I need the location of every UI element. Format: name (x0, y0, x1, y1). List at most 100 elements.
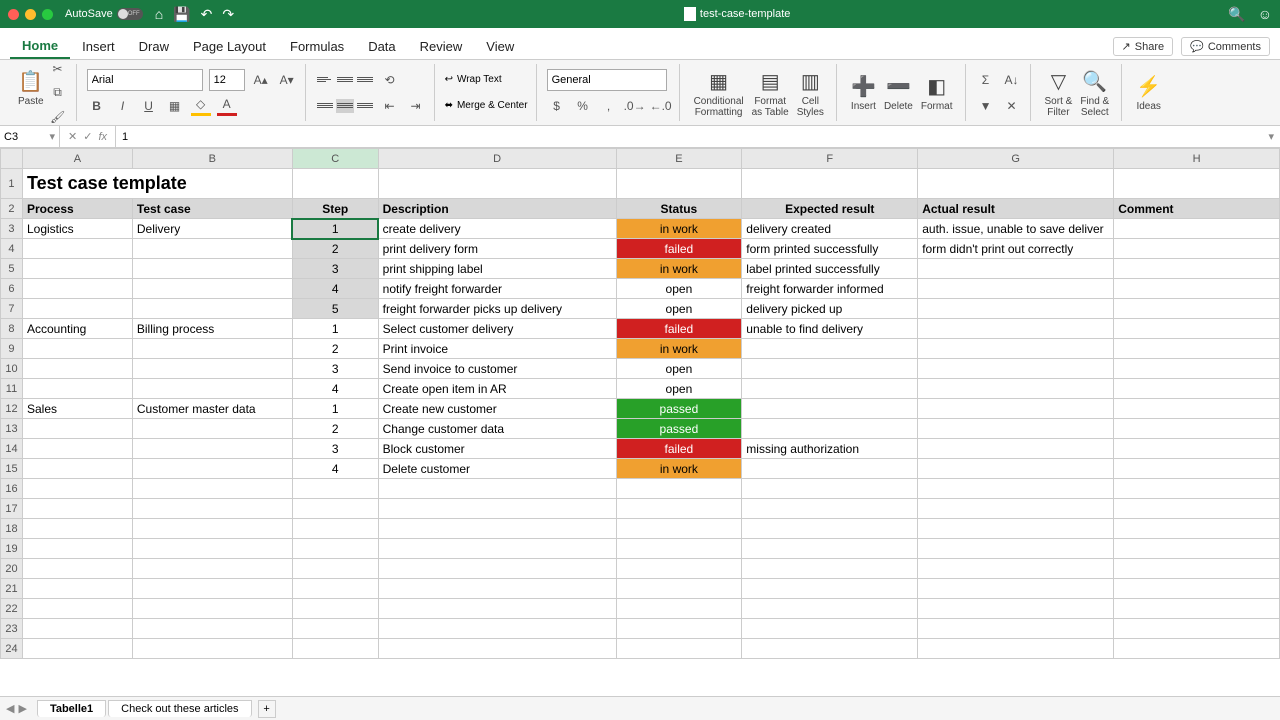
cell[interactable] (918, 579, 1114, 599)
redo-icon[interactable]: ↷ (222, 6, 234, 23)
cell[interactable] (918, 169, 1114, 199)
currency-icon[interactable]: $ (547, 96, 567, 116)
align-right[interactable] (356, 99, 374, 113)
cell[interactable] (132, 459, 292, 479)
cell[interactable]: Delivery (132, 219, 292, 239)
sort-az-icon[interactable]: A↓ (1002, 70, 1022, 90)
status-cell[interactable]: open (616, 379, 742, 399)
cell[interactable] (918, 399, 1114, 419)
cell[interactable] (742, 399, 918, 419)
cell[interactable] (742, 359, 918, 379)
fill-icon[interactable]: ▼ (976, 96, 996, 116)
autosum-icon[interactable]: Σ (976, 70, 996, 90)
align-center[interactable] (336, 99, 354, 113)
comments-button[interactable]: 💬Comments (1181, 37, 1270, 56)
font-color-button[interactable]: A (217, 96, 237, 116)
column-header-C[interactable]: C (292, 149, 378, 169)
tab-view[interactable]: View (474, 35, 526, 58)
cell[interactable] (132, 239, 292, 259)
cell[interactable] (616, 499, 742, 519)
save-icon[interactable]: 💾 (173, 6, 190, 23)
cell[interactable]: Print invoice (378, 339, 616, 359)
decrease-font-icon[interactable]: A▾ (277, 70, 297, 90)
row-header[interactable]: 8 (1, 319, 23, 339)
cell[interactable]: 3 (292, 439, 378, 459)
cell[interactable] (918, 559, 1114, 579)
cell[interactable] (22, 379, 132, 399)
font-size-select[interactable] (209, 69, 245, 91)
expand-formula-icon[interactable]: ▾ (1262, 130, 1280, 143)
table-header[interactable]: Expected result (742, 199, 918, 219)
sheet-tab[interactable]: Tabelle1 (37, 700, 106, 717)
cell[interactable] (132, 419, 292, 439)
cell[interactable]: 2 (292, 419, 378, 439)
cell[interactable] (22, 339, 132, 359)
cell[interactable] (132, 519, 292, 539)
cell[interactable] (1114, 279, 1280, 299)
cell[interactable]: 3 (292, 359, 378, 379)
cell[interactable]: Accounting (22, 319, 132, 339)
status-cell[interactable]: passed (616, 419, 742, 439)
row-header[interactable]: 10 (1, 359, 23, 379)
cell[interactable] (132, 639, 292, 659)
cell[interactable] (292, 499, 378, 519)
status-cell[interactable]: open (616, 359, 742, 379)
cell[interactable]: Create open item in AR (378, 379, 616, 399)
status-cell[interactable]: in work (616, 219, 742, 239)
cell[interactable] (616, 479, 742, 499)
column-header-E[interactable]: E (616, 149, 742, 169)
cell[interactable]: 4 (292, 279, 378, 299)
enter-formula-icon[interactable]: ✓ (83, 130, 92, 143)
cell[interactable] (1114, 639, 1280, 659)
cell[interactable] (742, 579, 918, 599)
orientation-button[interactable]: ⟲ (380, 70, 400, 90)
cell[interactable] (132, 559, 292, 579)
row-header[interactable]: 24 (1, 639, 23, 659)
increase-indent-icon[interactable]: ⇥ (406, 96, 426, 116)
cell[interactable] (132, 279, 292, 299)
sheet-next-icon[interactable]: ▶ (18, 702, 26, 715)
table-header[interactable]: Process (22, 199, 132, 219)
cell[interactable]: 2 (292, 239, 378, 259)
add-sheet-button[interactable]: + (258, 700, 276, 718)
decrease-decimal-icon[interactable]: ←.0 (651, 96, 671, 116)
account-icon[interactable]: ☺ (1258, 6, 1272, 23)
underline-button[interactable]: U (139, 96, 159, 116)
cell[interactable] (22, 599, 132, 619)
status-cell[interactable]: passed (616, 399, 742, 419)
format-cells-button[interactable]: ◧Format (917, 64, 957, 122)
fx-icon[interactable]: fx (98, 131, 107, 143)
cell[interactable]: 4 (292, 459, 378, 479)
name-box[interactable]: C3 ▾ (0, 126, 60, 147)
cell[interactable]: notify freight forwarder (378, 279, 616, 299)
cell[interactable] (132, 499, 292, 519)
cell[interactable]: print delivery form (378, 239, 616, 259)
select-all-cell[interactable] (1, 149, 23, 169)
cell[interactable]: Billing process (132, 319, 292, 339)
cell[interactable] (1114, 619, 1280, 639)
row-header[interactable]: 6 (1, 279, 23, 299)
decrease-indent-icon[interactable]: ⇤ (380, 96, 400, 116)
row-header[interactable]: 17 (1, 499, 23, 519)
cell[interactable] (918, 439, 1114, 459)
wrap-text-button[interactable]: ↩Wrap Text (445, 67, 528, 93)
cell[interactable] (918, 519, 1114, 539)
row-header[interactable]: 20 (1, 559, 23, 579)
cell[interactable] (742, 479, 918, 499)
cell[interactable] (742, 419, 918, 439)
row-header[interactable]: 13 (1, 419, 23, 439)
row-header[interactable]: 9 (1, 339, 23, 359)
cell[interactable] (378, 559, 616, 579)
cell[interactable] (22, 259, 132, 279)
formula-input[interactable]: 1 (116, 131, 1262, 143)
cell[interactable] (22, 559, 132, 579)
cell[interactable]: create delivery (378, 219, 616, 239)
cell[interactable] (1114, 299, 1280, 319)
cell[interactable] (22, 299, 132, 319)
undo-icon[interactable]: ↶ (201, 6, 213, 23)
cell[interactable] (378, 599, 616, 619)
column-header-G[interactable]: G (918, 149, 1114, 169)
cell[interactable] (1114, 539, 1280, 559)
table-header[interactable]: Actual result (918, 199, 1114, 219)
row-header[interactable]: 18 (1, 519, 23, 539)
